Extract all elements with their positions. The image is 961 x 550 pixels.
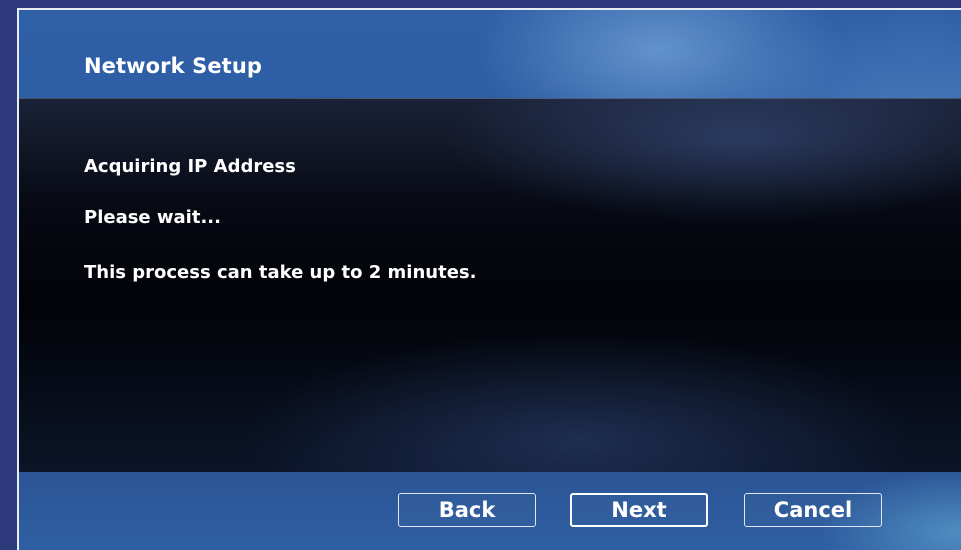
screen-background: Network Setup Acquiring IP Address Pleas… bbox=[0, 0, 961, 550]
button-bar: Back Next Cancel bbox=[19, 472, 961, 550]
dialog-title: Network Setup bbox=[84, 54, 263, 78]
content-panel: Acquiring IP Address Please wait... This… bbox=[19, 98, 961, 474]
duration-note: This process can take up to 2 minutes. bbox=[84, 262, 477, 283]
back-button[interactable]: Back bbox=[398, 493, 536, 527]
next-button[interactable]: Next bbox=[570, 493, 708, 527]
network-setup-dialog: Network Setup Acquiring IP Address Pleas… bbox=[17, 8, 961, 550]
status-message: Please wait... bbox=[84, 207, 221, 228]
status-heading: Acquiring IP Address bbox=[84, 156, 296, 177]
cancel-button[interactable]: Cancel bbox=[744, 493, 882, 527]
dialog-title-bar: Network Setup bbox=[19, 10, 961, 98]
